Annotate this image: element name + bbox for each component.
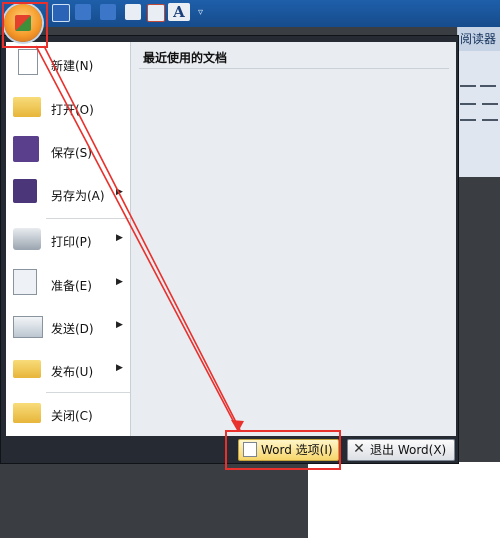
annotation-arrow-head (231, 420, 244, 432)
annotation-arrow-line (35, 45, 239, 431)
annotation-arrow (35, 45, 244, 432)
annotation-arrow-line-2 (43, 45, 241, 431)
